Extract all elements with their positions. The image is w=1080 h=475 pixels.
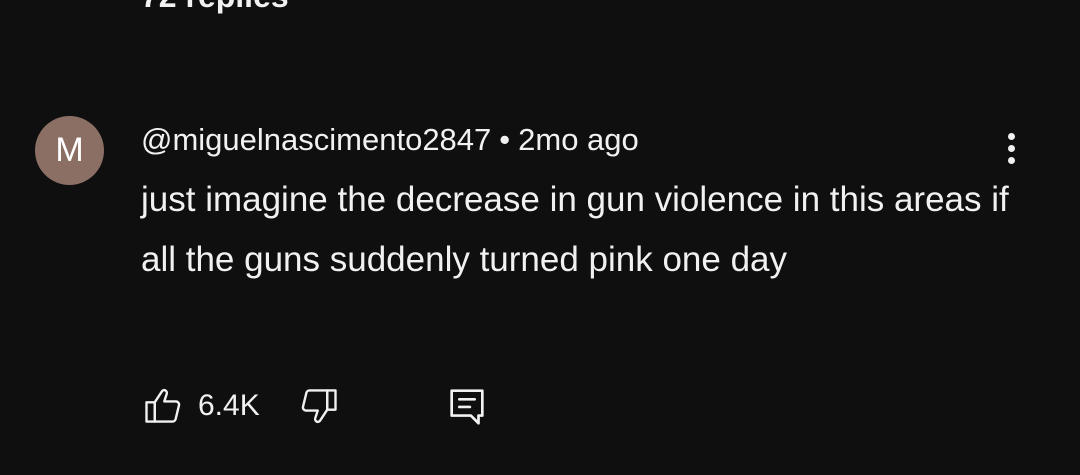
reply-comment-icon <box>450 389 484 425</box>
more-options-button[interactable] <box>992 128 1032 168</box>
avatar-initial: M <box>55 131 84 169</box>
author-handle[interactable]: @miguelnascimento2847 <box>141 122 491 157</box>
more-vertical-icon <box>1008 133 1015 140</box>
thumbs-up-icon <box>145 388 181 423</box>
comment-thread: 72 replies M @miguelnascimento2847•2mo a… <box>0 0 1080 475</box>
like-button[interactable]: 6.4K <box>141 383 260 429</box>
like-count: 6.4K <box>198 389 260 422</box>
thumbs-down-icon <box>301 389 337 424</box>
comment-time: 2mo ago <box>518 122 639 157</box>
comment-text: just imagine the decrease in gun violenc… <box>141 180 1009 279</box>
view-replies-link[interactable]: 72 replies <box>141 0 289 16</box>
dislike-button[interactable] <box>297 384 341 428</box>
avatar[interactable]: M <box>35 116 104 185</box>
reply-button[interactable] <box>444 383 490 429</box>
header-separator: • <box>499 122 511 157</box>
comment-header: @miguelnascimento2847 • 2mo ago <box>141 118 639 162</box>
